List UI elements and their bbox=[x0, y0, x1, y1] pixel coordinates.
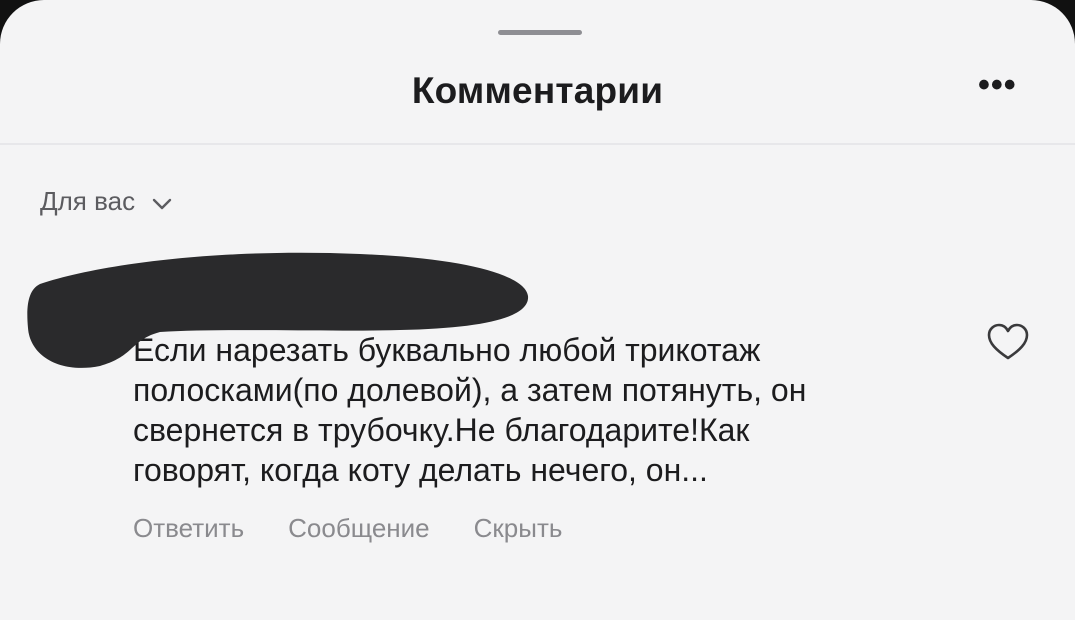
more-options-button[interactable]: ••• bbox=[978, 66, 1017, 105]
redacted-author bbox=[27, 252, 529, 368]
comment-line: говорят, когда коту делать нечего, он... bbox=[133, 452, 708, 488]
header-divider bbox=[0, 143, 1075, 145]
sort-filter-dropdown[interactable]: Для вас bbox=[40, 186, 173, 217]
message-button[interactable]: Сообщение bbox=[288, 513, 430, 544]
comment-line: полосками(по долевой), а затем потянуть,… bbox=[133, 372, 807, 408]
comment-actions: Ответить Сообщение Скрыть bbox=[133, 513, 562, 544]
chevron-down-icon bbox=[151, 191, 173, 213]
sort-filter-label: Для вас bbox=[40, 186, 136, 216]
comment-line: свернется в трубочку.Не благодарите!Как bbox=[133, 412, 750, 448]
reply-button[interactable]: Ответить bbox=[133, 513, 244, 544]
hide-button[interactable]: Скрыть bbox=[474, 513, 563, 544]
sheet-drag-handle[interactable] bbox=[498, 30, 582, 35]
comments-sheet: Комментарии ••• Для вас Если нарезать бу… bbox=[0, 0, 1075, 620]
page-title: Комментарии bbox=[411, 70, 664, 111]
heart-outline-icon[interactable] bbox=[986, 322, 1030, 362]
